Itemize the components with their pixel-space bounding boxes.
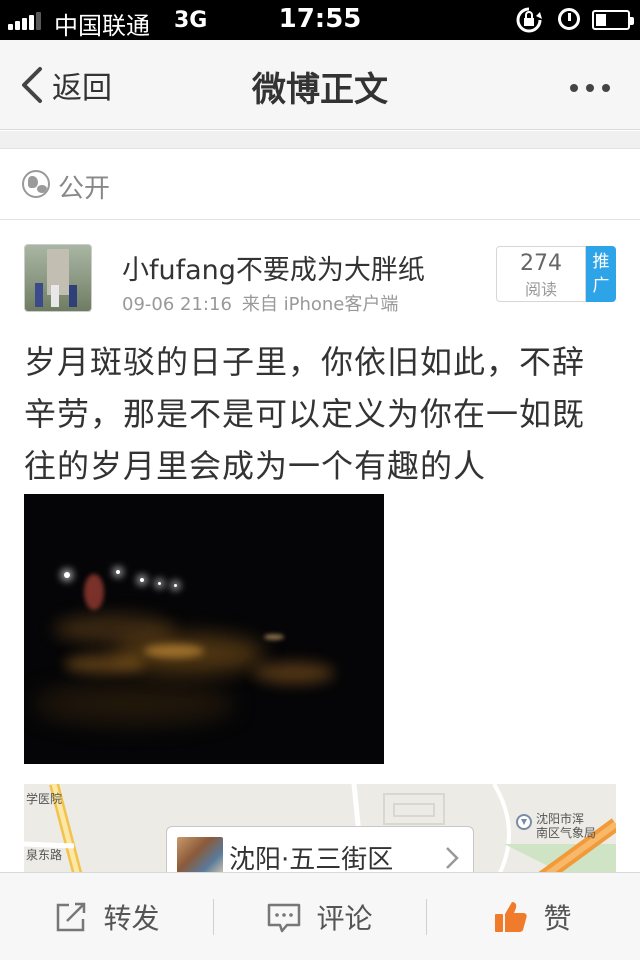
read-count: 274 xyxy=(520,251,562,276)
comment-button[interactable]: 评论 xyxy=(213,873,426,960)
chevron-left-icon xyxy=(22,67,42,103)
post-meta: 09-06 21:16 来自 iPhone客户端 xyxy=(122,290,398,316)
avatar[interactable] xyxy=(24,244,92,312)
repost-button[interactable]: 转发 xyxy=(0,873,213,960)
action-toolbar: 转发 评论 赞 xyxy=(0,872,640,960)
map-label: 学医院 xyxy=(26,792,63,806)
battery-icon xyxy=(592,10,634,30)
post-time: 09-06 21:16 xyxy=(122,294,232,315)
status-bar: 中国联通 3G 17:55 xyxy=(0,0,640,40)
visibility-label: 公开 xyxy=(58,174,111,204)
chevron-right-icon xyxy=(446,847,459,869)
navigation-bar: 返回 微博正文 xyxy=(0,40,640,130)
promote-label: 推广 xyxy=(592,252,610,296)
read-label: 阅读 xyxy=(524,280,557,299)
location-thumbnail xyxy=(177,837,223,877)
repost-icon xyxy=(57,902,86,932)
comment-icon xyxy=(268,903,301,933)
back-button[interactable]: 返回 xyxy=(18,62,112,108)
read-count-box: 274 阅读 xyxy=(496,246,586,302)
visibility-row: 公开 xyxy=(0,150,640,220)
alarm-clock-icon xyxy=(558,8,580,30)
post-source: 来自 iPhone客户端 xyxy=(241,294,399,315)
more-dots-icon[interactable] xyxy=(560,72,620,102)
post-text: 岁月斑驳的日子里，你依旧如此，不辞辛劳，那是不是可以定义为你在一如既往的岁月里会… xyxy=(24,343,586,485)
repost-label: 转发 xyxy=(103,902,160,935)
thumbs-up-icon xyxy=(495,902,528,932)
like-label: 赞 xyxy=(543,902,572,935)
promote-button[interactable]: 推广 xyxy=(586,246,616,302)
map-label: 泉东路 xyxy=(26,848,63,862)
like-button[interactable]: 赞 xyxy=(426,873,639,960)
globe-icon xyxy=(22,170,50,198)
post-photo[interactable] xyxy=(24,494,384,764)
comment-label: 评论 xyxy=(316,902,373,935)
back-label: 返回 xyxy=(52,71,112,106)
location-map[interactable]: 学医院 泉东路 沈阳市浑 南区气象局 沈阳·五三街区 xyxy=(24,784,616,884)
username[interactable]: 小fufang不要成为大胖纸 xyxy=(122,248,425,287)
location-name: 沈阳·五三街区 xyxy=(229,845,394,875)
section-divider xyxy=(0,131,640,149)
map-label: 南区气象局 xyxy=(536,826,597,840)
rotation-lock-icon xyxy=(516,7,542,33)
